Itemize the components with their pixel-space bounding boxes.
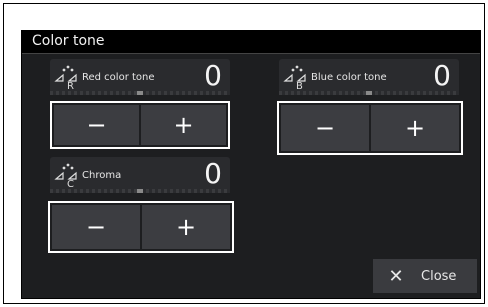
chroma-scale-marker bbox=[137, 189, 143, 193]
red-tone-scale-marker bbox=[137, 91, 143, 95]
chroma-icon: C bbox=[54, 163, 77, 187]
chroma-header: C Chroma 0 bbox=[50, 157, 230, 193]
svg-text:B: B bbox=[296, 81, 303, 89]
color-tone-panel: Color tone R Red color tone 0 − + B Blue… bbox=[21, 30, 481, 299]
red-tone-label: Red color tone bbox=[82, 72, 155, 83]
blue-tone-scale-marker bbox=[366, 91, 372, 95]
blue-tone-icon: B bbox=[283, 65, 306, 89]
red-tone-buttons: − + bbox=[50, 101, 230, 149]
chroma-buttons: − + bbox=[48, 201, 234, 253]
chroma-minus-button[interactable]: − bbox=[52, 205, 140, 249]
close-button[interactable]: ✕ Close bbox=[373, 259, 477, 293]
red-tone-icon: R bbox=[54, 65, 77, 89]
title-bar: Color tone bbox=[22, 31, 480, 54]
blue-tone-scale bbox=[279, 91, 459, 95]
chroma-value: 0 bbox=[204, 157, 222, 190]
blue-tone-value: 0 bbox=[433, 59, 451, 92]
chroma-label: Chroma bbox=[82, 170, 122, 181]
blue-tone-buttons: − + bbox=[277, 101, 463, 155]
chroma-plus-button[interactable]: + bbox=[142, 205, 230, 249]
red-tone-value: 0 bbox=[204, 59, 222, 92]
red-tone-plus-button[interactable]: + bbox=[141, 105, 226, 145]
blue-tone-plus-button[interactable]: + bbox=[371, 105, 459, 151]
close-icon: ✕ bbox=[388, 265, 404, 287]
red-tone-minus-button[interactable]: − bbox=[54, 105, 139, 145]
blue-tone-label: Blue color tone bbox=[311, 72, 387, 83]
blue-tone-minus-button[interactable]: − bbox=[281, 105, 369, 151]
red-tone-scale bbox=[50, 91, 230, 95]
close-label: Close bbox=[421, 268, 457, 284]
chroma-scale bbox=[50, 189, 230, 193]
panel-title: Color tone bbox=[32, 33, 105, 49]
svg-text:C: C bbox=[67, 179, 74, 187]
svg-text:R: R bbox=[67, 81, 74, 89]
red-tone-header: R Red color tone 0 bbox=[50, 59, 230, 95]
blue-tone-header: B Blue color tone 0 bbox=[279, 59, 459, 95]
